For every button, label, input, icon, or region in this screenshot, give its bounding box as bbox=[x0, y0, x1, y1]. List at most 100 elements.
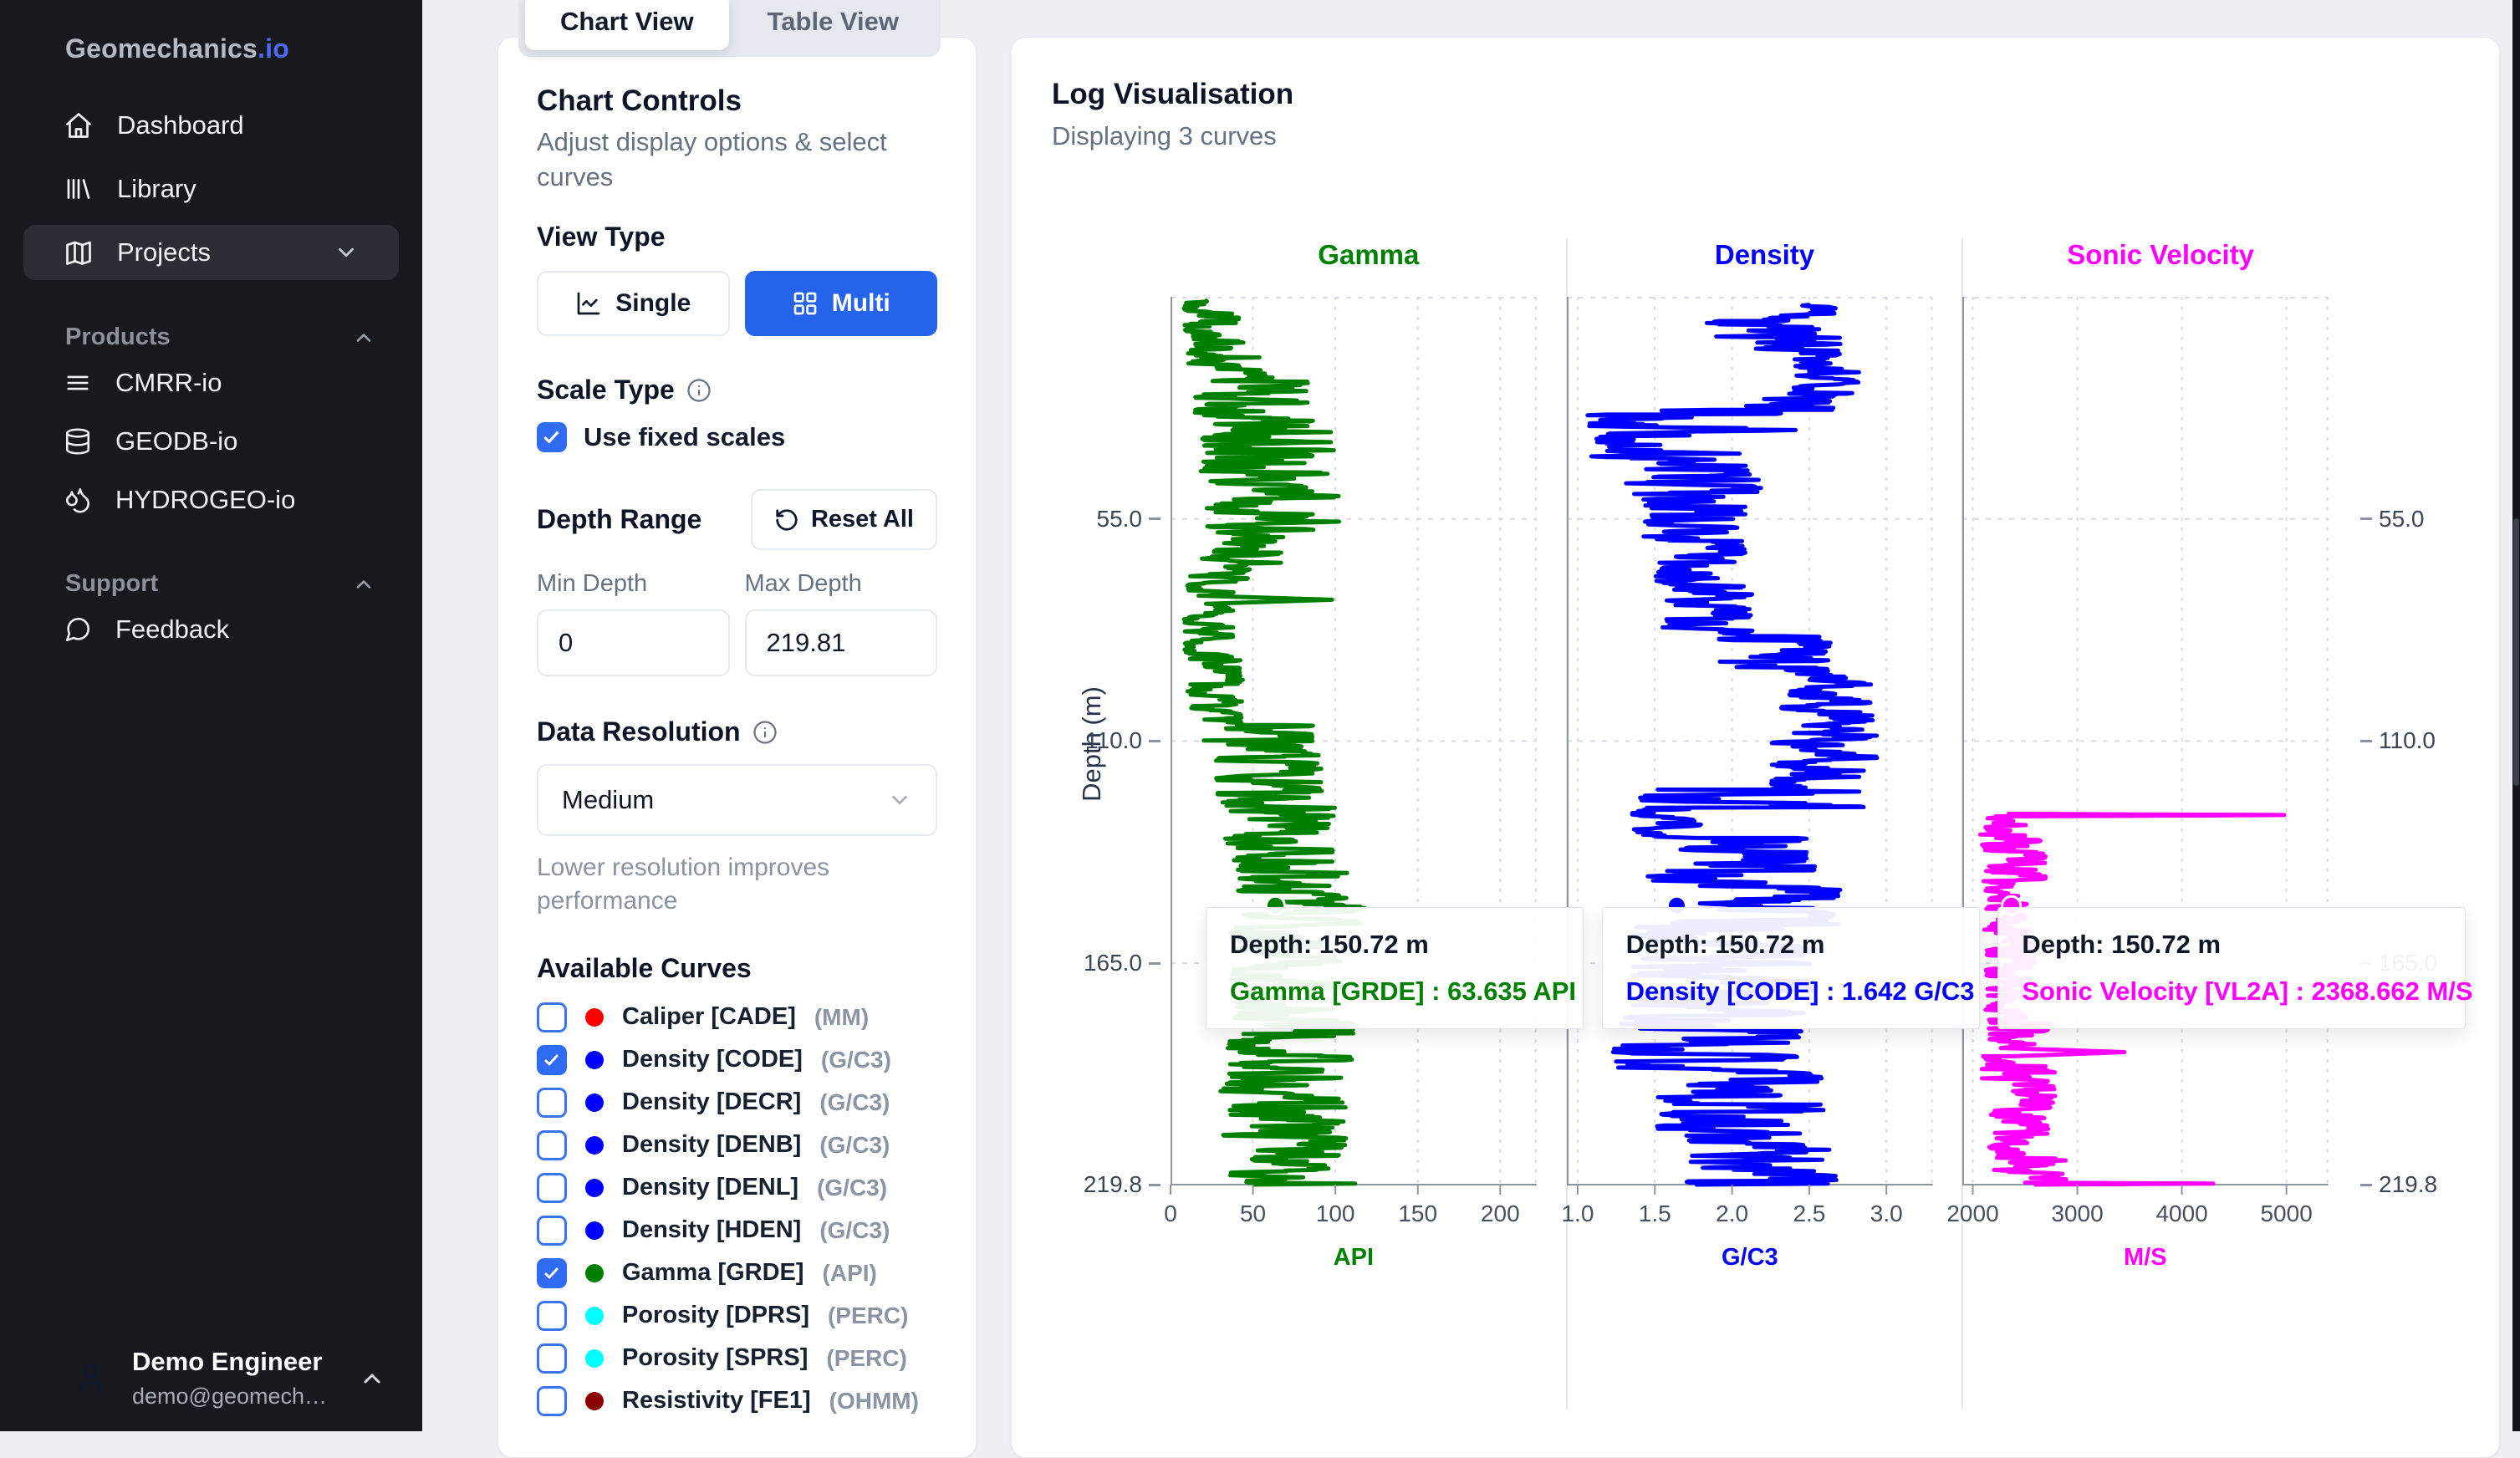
sidebar-item-projects[interactable]: Projects bbox=[23, 225, 399, 280]
view-type-label: View Type bbox=[537, 222, 937, 252]
curve-row-resistivity-fe1[interactable]: Resistivity [FE1](OHMM) bbox=[537, 1379, 937, 1422]
sidebar-nav: Dashboard Library Projects bbox=[0, 98, 422, 280]
grid-icon bbox=[792, 290, 819, 317]
curve-color-dot bbox=[585, 1264, 604, 1282]
curve-color-dot bbox=[585, 1179, 604, 1197]
max-depth-input[interactable]: 219.81 bbox=[745, 609, 938, 676]
curve-checkbox[interactable] bbox=[537, 1343, 567, 1374]
curve-row-density-denb[interactable]: Density [DENB](G/C3) bbox=[537, 1124, 937, 1166]
tooltip-density: Depth: 150.72 mDensity [CODE] : 1.642 G/… bbox=[1602, 907, 1980, 1029]
sidebar-item-geodb-io[interactable]: GEODB-io bbox=[23, 415, 399, 468]
user-menu[interactable]: Demo Engineer demo@geomechanic... bbox=[0, 1347, 422, 1410]
curve-color-dot bbox=[585, 1349, 604, 1368]
curve-row-porosity-sprs[interactable]: Porosity [SPRS](PERC) bbox=[537, 1337, 937, 1379]
depth-tick-label: 55.0 bbox=[2360, 506, 2425, 533]
single-view-button[interactable]: Single bbox=[537, 271, 730, 336]
curve-checkbox[interactable] bbox=[537, 1088, 567, 1118]
curve-row-density-decr[interactable]: Density [DECR](G/C3) bbox=[537, 1081, 937, 1124]
chevron-down-icon bbox=[887, 788, 912, 813]
curve-checkbox[interactable] bbox=[537, 1045, 567, 1075]
scrollbar-thumb[interactable] bbox=[2513, 518, 2519, 786]
svg-text:0: 0 bbox=[1164, 1201, 1177, 1226]
tooltip-value: Sonic Velocity [VL2A] : 2368.662 M/S bbox=[2022, 976, 2441, 1007]
sidebar-item-library[interactable]: Library bbox=[23, 161, 399, 217]
tick-mark bbox=[2360, 517, 2372, 520]
curve-checkbox[interactable] bbox=[537, 1258, 567, 1288]
sidebar-item-label: Dashboard bbox=[117, 110, 244, 140]
track-plot-svg[interactable]: 050100150200API bbox=[1171, 297, 1537, 1277]
curve-row-caliper-cade[interactable]: Caliper [CADE](MM) bbox=[537, 996, 937, 1038]
min-depth-input[interactable]: 0 bbox=[537, 609, 730, 676]
svg-text:200: 200 bbox=[1481, 1201, 1520, 1226]
tooltip-depth: Depth: 150.72 m bbox=[1626, 930, 1956, 960]
multi-view-button[interactable]: Multi bbox=[745, 271, 938, 336]
svg-text:1.0: 1.0 bbox=[1561, 1201, 1594, 1226]
track-title: Density bbox=[1567, 213, 1963, 297]
depth-tick-label: 165.0 bbox=[1064, 950, 1161, 976]
sidebar-item-feedback[interactable]: Feedback bbox=[23, 603, 399, 656]
track-plot-svg[interactable]: 1.01.52.02.53.0G/C3 bbox=[1567, 297, 1933, 1277]
track-density: Density1.01.52.02.53.0G/C3 bbox=[1567, 213, 1963, 1281]
svg-text:G/C3: G/C3 bbox=[1722, 1244, 1778, 1271]
tick-mark bbox=[1149, 962, 1161, 965]
resolution-value: Medium bbox=[562, 785, 654, 815]
track-sonic-velocity: Sonic Velocity2000300040005000M/S bbox=[1962, 213, 2359, 1281]
logo-suffix: .io bbox=[258, 33, 289, 64]
depth-tick-label: 219.8 bbox=[2360, 1171, 2437, 1198]
sidebar-item-dashboard[interactable]: Dashboard bbox=[23, 98, 399, 153]
max-depth-label: Max Depth bbox=[745, 570, 938, 598]
sidebar-item-cmrr-io[interactable]: CMRR-io bbox=[23, 356, 399, 410]
curve-checkbox[interactable] bbox=[537, 1216, 567, 1246]
curve-checkbox[interactable] bbox=[537, 1173, 567, 1203]
sidebar-item-label: Library bbox=[117, 174, 196, 204]
curve-row-gamma-grde[interactable]: Gamma [GRDE](API) bbox=[537, 1252, 937, 1294]
sidebar-section-products[interactable]: Products bbox=[65, 324, 375, 351]
depth-tick-label: 110.0 bbox=[1064, 727, 1161, 754]
user-icon bbox=[74, 1362, 107, 1395]
curve-checkbox[interactable] bbox=[537, 1386, 567, 1416]
tab-chart-view[interactable]: Chart View bbox=[525, 0, 729, 50]
curve-checkbox[interactable] bbox=[537, 1301, 567, 1331]
user-email: demo@geomechanic... bbox=[132, 1384, 334, 1410]
fixed-scales-checkbox[interactable] bbox=[537, 422, 567, 452]
data-resolution-label: Data Resolution bbox=[537, 716, 937, 747]
view-tabs: Chart ViewTable View bbox=[518, 0, 941, 57]
curve-list: Caliper [CADE](MM)Density [CODE](G/C3)De… bbox=[537, 996, 937, 1422]
library-icon bbox=[64, 174, 94, 204]
curve-row-density-denl[interactable]: Density [DENL](G/C3) bbox=[537, 1166, 937, 1209]
sidebar-section-support[interactable]: Support bbox=[65, 570, 375, 598]
svg-text:3.0: 3.0 bbox=[1870, 1201, 1902, 1226]
curve-color-dot bbox=[585, 1307, 604, 1325]
menu-icon bbox=[64, 369, 92, 397]
reset-all-button[interactable]: Reset All bbox=[751, 489, 937, 550]
fixed-scales-checkbox-row[interactable]: Use fixed scales bbox=[537, 422, 937, 452]
sidebar-item-label: Projects bbox=[117, 237, 211, 268]
tooltip-sonic-velocity: Depth: 150.72 mSonic Velocity [VL2A] : 2… bbox=[1997, 907, 2466, 1029]
chevron-up-icon bbox=[359, 1365, 385, 1392]
svg-text:2.0: 2.0 bbox=[1716, 1201, 1748, 1226]
curve-row-density-hden[interactable]: Density [HDEN](G/C3) bbox=[537, 1209, 937, 1252]
svg-text:M/S: M/S bbox=[2124, 1244, 2167, 1271]
tab-table-view[interactable]: Table View bbox=[732, 0, 934, 50]
curve-row-porosity-dprs[interactable]: Porosity [DPRS](PERC) bbox=[537, 1294, 937, 1337]
svg-text:5000: 5000 bbox=[2261, 1201, 2313, 1226]
chart-title: Log Visualisation bbox=[1052, 78, 2459, 111]
chevron-up-icon bbox=[352, 573, 375, 596]
app-logo: Geomechanics.io bbox=[0, 0, 422, 64]
curve-row-density-code[interactable]: Density [CODE](G/C3) bbox=[537, 1038, 937, 1081]
sidebar-item-hydrogeo-io[interactable]: HYDROGEO-io bbox=[23, 473, 399, 527]
page-scrollbar[interactable] bbox=[2512, 0, 2520, 1431]
log-plot[interactable]: Gamma050100150200APIDepth: 150.72 mGamma… bbox=[1171, 213, 2359, 1300]
svg-text:API: API bbox=[1334, 1244, 1374, 1271]
info-icon bbox=[686, 378, 712, 403]
droplets-icon bbox=[64, 486, 92, 514]
curve-checkbox[interactable] bbox=[537, 1130, 567, 1160]
tooltip-gamma: Depth: 150.72 mGamma [GRDE] : 63.635 API bbox=[1206, 907, 1584, 1029]
track-plot-svg[interactable]: 2000300040005000M/S bbox=[1962, 297, 2329, 1277]
resolution-select[interactable]: Medium bbox=[537, 764, 937, 836]
curve-color-dot bbox=[585, 1221, 604, 1240]
curve-color-dot bbox=[585, 1094, 604, 1112]
svg-text:1.5: 1.5 bbox=[1638, 1201, 1671, 1226]
depth-tick-label: 55.0 bbox=[1064, 506, 1161, 533]
curve-checkbox[interactable] bbox=[537, 1002, 567, 1032]
